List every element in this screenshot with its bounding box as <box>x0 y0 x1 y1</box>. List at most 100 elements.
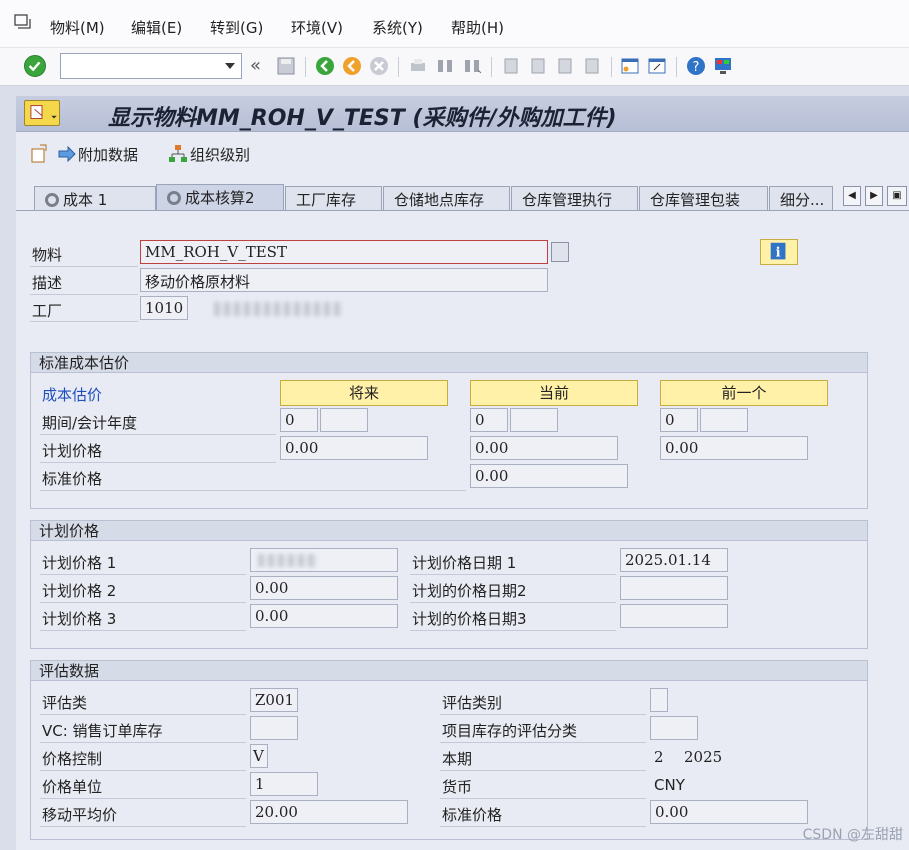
additional-data-button[interactable]: 附加数据 <box>78 144 138 165</box>
gear-icon <box>45 193 59 207</box>
previous-button[interactable]: 前一个 <box>660 380 828 406</box>
valuation-category-label: 评估类别 <box>442 694 503 712</box>
new-session-icon[interactable] <box>620 56 640 76</box>
future-button[interactable]: 将来 <box>280 380 448 406</box>
menu-window-icon[interactable] <box>14 14 32 30</box>
future-period-field: 0 <box>280 408 318 432</box>
previous-period-field: 0 <box>660 408 698 432</box>
valuation-standard-price-field: 0.00 <box>650 800 808 824</box>
command-field[interactable] <box>60 53 242 79</box>
future-year-field <box>320 408 368 432</box>
tab-label: 工厂库存 <box>296 191 357 209</box>
planned-price-3-label: 计划价格 3 <box>42 610 117 628</box>
currency-value: CNY <box>654 776 685 794</box>
divider <box>410 630 616 631</box>
material-field[interactable]: MM_ROH_V_TEST <box>140 240 548 264</box>
previous-planned-field: 0.00 <box>660 436 808 460</box>
save-icon[interactable] <box>276 56 296 76</box>
previous-year-field <box>700 408 748 432</box>
blurred-planned-price-1 <box>258 554 318 567</box>
cancel-icon[interactable] <box>369 56 389 76</box>
org-levels-button[interactable]: 组织级别 <box>190 144 250 165</box>
tab-storage-location-stock[interactable]: 仓储地点库存 <box>383 186 510 210</box>
menu-goto[interactable]: 转到(G) <box>210 17 263 38</box>
tab-label: 细分... <box>780 191 825 209</box>
standard-toolbar: « ? <box>0 48 909 86</box>
tab-costing-2[interactable]: 成本核算2 <box>156 184 284 210</box>
divider <box>30 294 138 295</box>
valuation-class-label: 评估类 <box>42 694 88 712</box>
current-period-label: 本期 <box>442 750 473 768</box>
menu-bar: 物料(M) 编辑(E) 转到(G) 环境(V) 系统(Y) 帮助(H) <box>0 0 909 48</box>
menu-edit[interactable]: 编辑(E) <box>131 17 182 38</box>
find-icon[interactable] <box>435 56 455 76</box>
moving-avg-price-field: 20.00 <box>250 800 408 824</box>
menu-help[interactable]: 帮助(H) <box>451 17 504 38</box>
tab-more[interactable]: 细分... <box>769 186 833 210</box>
info-button[interactable]: i <box>760 239 798 265</box>
divider <box>410 602 616 603</box>
create-view-icon[interactable] <box>30 144 48 164</box>
toolbar-separator <box>676 57 677 77</box>
page-title: 显示物料MM_ROH_V_TEST (采购件/外购加工件) <box>108 106 617 131</box>
tab-warehouse-packaging[interactable]: 仓库管理包装 <box>639 186 768 210</box>
current-standard-field: 0.00 <box>470 464 628 488</box>
divider <box>40 798 246 799</box>
gear-icon <box>167 191 181 205</box>
blurred-plant-name <box>214 302 344 316</box>
planned-date-3-field <box>620 604 728 628</box>
menu-material[interactable]: 物料(M) <box>50 17 105 38</box>
tab-costing-1[interactable]: 成本 1 <box>34 186 156 210</box>
tab-label: 成本 1 <box>63 191 108 209</box>
planned-date-2-field <box>620 576 728 600</box>
last-page-icon[interactable] <box>582 56 602 76</box>
print-icon[interactable] <box>408 56 428 76</box>
exit-icon[interactable] <box>342 56 362 76</box>
svg-text:i: i <box>776 246 781 261</box>
svg-text:?: ? <box>693 60 700 75</box>
divider <box>410 574 616 575</box>
group-title: 标准成本估价 <box>31 353 867 373</box>
next-page-icon[interactable] <box>555 56 575 76</box>
toolbar-separator <box>611 57 612 77</box>
help-icon[interactable]: ? <box>686 56 706 76</box>
tab-list-icon[interactable]: ▣ <box>887 186 907 206</box>
price-unit-field: 1 <box>250 772 318 796</box>
tab-scroll-right-icon[interactable]: ▶ <box>865 186 883 206</box>
tab-plant-stock[interactable]: 工厂库存 <box>285 186 382 210</box>
tab-scroll-left-icon[interactable]: ◀ <box>843 186 861 206</box>
shortcut-icon[interactable] <box>647 56 667 76</box>
watermark: CSDN @左甜甜 <box>802 827 903 843</box>
double-chevron-left-icon[interactable]: « <box>250 55 261 76</box>
current-button[interactable]: 当前 <box>470 380 638 406</box>
menu-system[interactable]: 系统(Y) <box>372 17 423 38</box>
description-field: 移动价格原材料 <box>140 268 548 292</box>
divider <box>40 602 246 603</box>
period-label: 期间/会计年度 <box>42 414 138 432</box>
current-year-value: 2025 <box>684 748 723 766</box>
first-page-icon[interactable] <box>501 56 521 76</box>
planned-price-2-field: 0.00 <box>250 576 398 600</box>
divider <box>30 266 138 267</box>
divider <box>40 742 246 743</box>
customize-layout-icon[interactable] <box>713 56 733 76</box>
display-object-icon[interactable] <box>24 100 60 126</box>
arrow-right-icon[interactable] <box>58 146 76 162</box>
enter-check-icon[interactable] <box>24 55 46 77</box>
previous-page-icon[interactable] <box>528 56 548 76</box>
tab-label: 仓储地点库存 <box>394 191 485 209</box>
copy-icon[interactable] <box>551 242 569 262</box>
tab-warehouse-execution[interactable]: 仓库管理执行 <box>511 186 638 210</box>
divider <box>440 742 646 743</box>
find-next-icon[interactable] <box>462 56 482 76</box>
price-control-label: 价格控制 <box>42 750 103 768</box>
current-year-field <box>510 408 558 432</box>
toolbar-separator <box>305 57 306 77</box>
divider <box>40 770 246 771</box>
back-icon[interactable] <box>315 56 335 76</box>
menu-environment[interactable]: 环境(V) <box>291 17 343 38</box>
divider <box>40 490 466 491</box>
org-structure-icon[interactable] <box>168 144 188 164</box>
plant-field: 1010 <box>140 296 188 320</box>
chevron-down-icon[interactable] <box>225 63 235 69</box>
